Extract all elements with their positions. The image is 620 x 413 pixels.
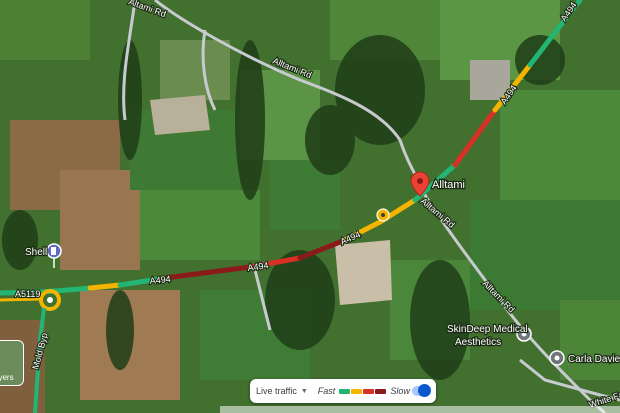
poi-label-shell: Shell [25, 247, 47, 258]
place-label-alltami: Alltami [432, 179, 465, 191]
poi-label-carla-davies: Carla Davies A [568, 354, 620, 365]
chevron-down-icon[interactable]: ▼ [301, 388, 308, 395]
layers-label: ayers [0, 373, 14, 382]
traffic-slow-label: Slow [390, 386, 410, 396]
legend-very-slow-swatch [375, 388, 387, 394]
speed-camera-icon [376, 208, 390, 222]
poi-carla-davies[interactable]: Carla Davies A [549, 350, 620, 366]
legend-slow-swatch [363, 388, 375, 394]
legend-fast-swatch [339, 388, 351, 394]
traffic-fast-label: Fast [317, 386, 336, 396]
poi-label-skindeep: SkinDeep Medical [447, 324, 528, 335]
poi-label-skindeep: Aesthetics [455, 337, 501, 348]
layers-button[interactable]: ayers [0, 340, 24, 386]
traffic-legend [339, 388, 387, 394]
live-traffic-label[interactable]: Live traffic [256, 386, 297, 396]
road-label-a5119: A5119 [15, 289, 40, 299]
live-traffic-panel[interactable]: Live traffic ▼ Fast Slow [250, 379, 436, 403]
poi-speed-camera[interactable] [376, 208, 390, 222]
legend-medium-swatch [351, 388, 363, 394]
map-canvas[interactable]: A494 A494 A494 A494 A494 A5119 Mold Byp … [0, 0, 620, 413]
live-traffic-toggle[interactable] [412, 384, 431, 397]
place-marker-icon [549, 350, 565, 366]
map-attribution-bar [220, 406, 620, 413]
